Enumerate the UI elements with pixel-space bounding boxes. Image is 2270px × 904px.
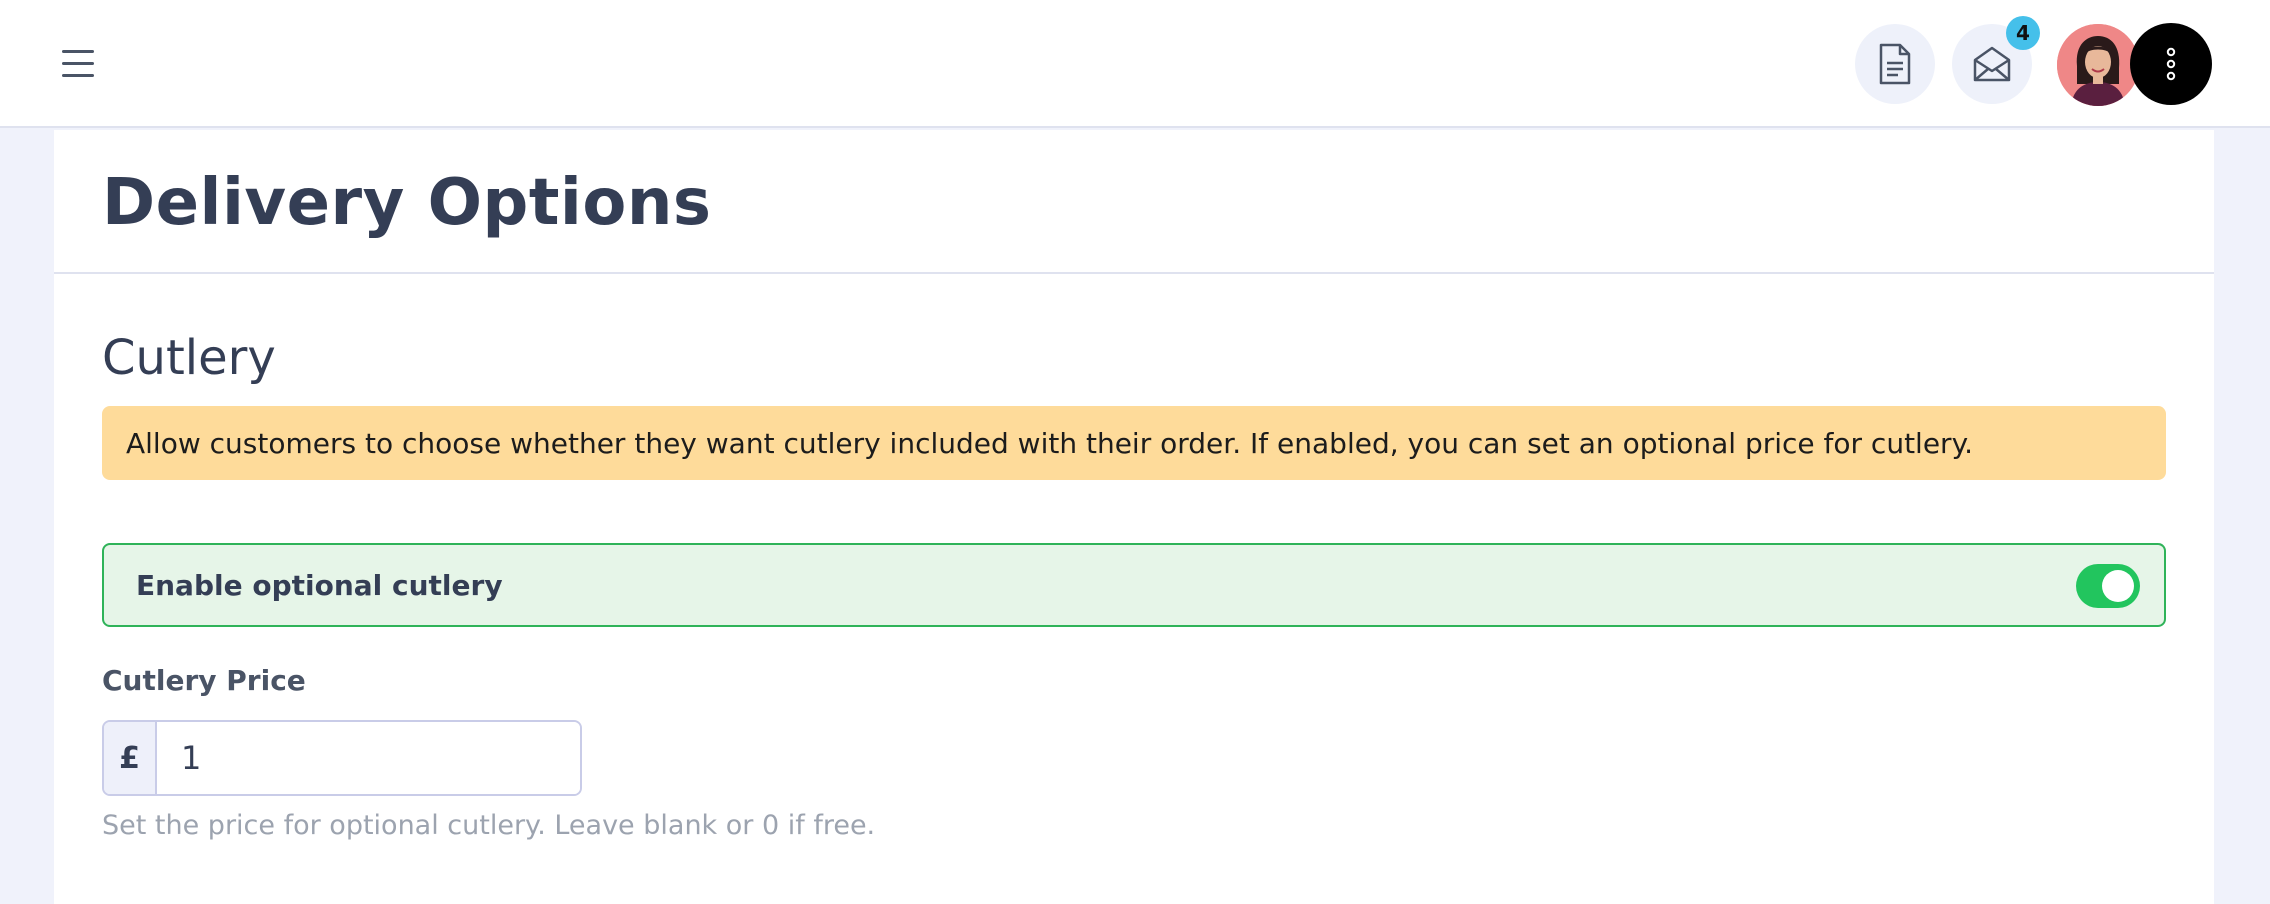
- main-card: Delivery Options Cutlery Allow customers…: [54, 130, 2214, 904]
- cutlery-info-alert: Allow customers to choose whether they w…: [102, 406, 2166, 480]
- envelope-open-icon: [1973, 46, 2011, 82]
- enable-cutlery-toggle[interactable]: [2076, 564, 2140, 608]
- cutlery-price-input-group: £: [102, 720, 582, 796]
- documents-button[interactable]: [1855, 24, 1935, 104]
- messages-button[interactable]: 4: [1952, 16, 2040, 104]
- section-title-cutlery: Cutlery: [102, 330, 276, 386]
- page-header: Delivery Options: [54, 130, 2214, 274]
- vertical-ellipsis-icon: [2166, 47, 2176, 81]
- enable-cutlery-label: Enable optional cutlery: [136, 569, 503, 602]
- page-title: Delivery Options: [102, 166, 712, 240]
- user-avatar[interactable]: [2057, 24, 2139, 106]
- cutlery-price-help-text: Set the price for optional cutlery. Leav…: [102, 810, 876, 841]
- toggle-knob: [2102, 570, 2134, 602]
- currency-prefix: £: [104, 722, 157, 794]
- more-options-button[interactable]: [2130, 23, 2212, 105]
- document-icon: [1879, 43, 1911, 85]
- top-bar: 4: [0, 0, 2270, 128]
- cutlery-price-label: Cutlery Price: [102, 664, 306, 697]
- enable-cutlery-row[interactable]: Enable optional cutlery: [102, 543, 2166, 627]
- notification-badge: 4: [2006, 16, 2040, 50]
- cutlery-info-text: Allow customers to choose whether they w…: [126, 426, 1974, 460]
- hamburger-menu-icon[interactable]: [62, 50, 94, 78]
- avatar-portrait: [2057, 24, 2139, 106]
- cutlery-price-input[interactable]: [157, 722, 580, 794]
